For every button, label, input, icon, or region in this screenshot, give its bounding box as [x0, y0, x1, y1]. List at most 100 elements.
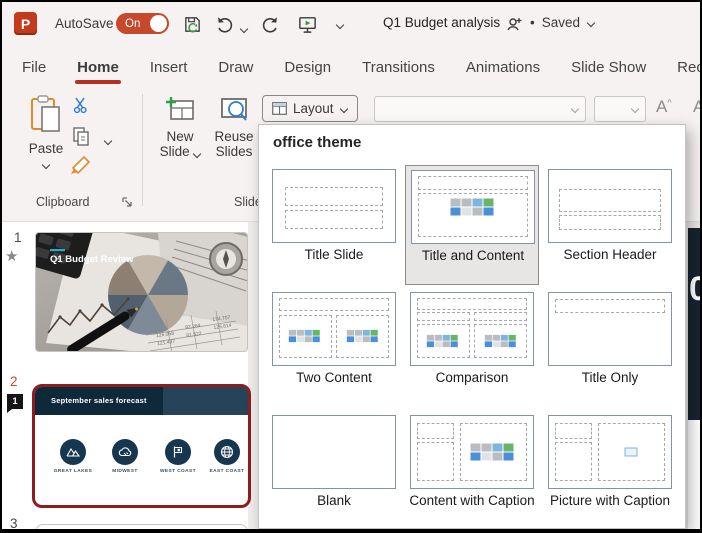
powerpoint-window: P AutoSave On Q1 Budget analysis • Saved [0, 0, 702, 533]
slide-1-thumbnail-image: 6 3 – + 126,05892,264174,707 121,48781,5… [36, 233, 248, 352]
slide-2-thumbnail[interactable]: September sales forecast GREAT LAKES MID… [32, 384, 251, 508]
new-slide-label-1: New [154, 129, 206, 144]
quick-access-overflow-icon[interactable] [336, 16, 344, 34]
flag-icon [165, 439, 191, 465]
clipboard-dialog-launcher-icon[interactable] [122, 195, 133, 213]
editor-area-sliver: 0' [686, 222, 700, 529]
format-painter-button[interactable] [70, 154, 92, 181]
layout-gallery-menu: office theme Title Slide Title and Conte… [258, 124, 686, 529]
layout-thumbnail [410, 415, 534, 489]
reuse-slides-icon [219, 96, 249, 124]
slide-3-thumbnail[interactable] [35, 524, 248, 533]
clipboard-group-label: Clipboard [36, 195, 90, 209]
reuse-slides-label-1: Reuse [208, 129, 260, 144]
animation-order-badge[interactable]: 1 [7, 394, 23, 409]
animation-star-icon: ★ [5, 247, 18, 265]
slide-2-number: 2 [10, 374, 18, 389]
reuse-slides-button[interactable]: Reuse Slides [208, 96, 260, 159]
saved-label: Saved [542, 15, 580, 30]
font-name-select[interactable] [374, 96, 586, 122]
theme-header: office theme [273, 134, 361, 151]
grow-font-button[interactable]: A^ [656, 97, 672, 117]
slide-1-number: 1 [14, 230, 22, 245]
tab-insert[interactable]: Insert [148, 53, 190, 82]
title-bar: P AutoSave On Q1 Budget analysis • Saved [2, 2, 700, 46]
ribbon-tabs: File Home Insert Draw Design Transitions… [2, 46, 700, 88]
copy-button[interactable] [72, 126, 91, 151]
title-band-accent [163, 387, 248, 415]
layout-label: Layout [293, 101, 334, 116]
reuse-slides-label-2: Slides [208, 144, 260, 159]
region-great-lakes: GREAT LAKES [47, 439, 99, 474]
layout-icon [272, 102, 287, 115]
shrink-font-button[interactable]: A [693, 97, 702, 117]
layout-thumbnail [411, 170, 535, 244]
new-slide-button[interactable]: New Slide [154, 96, 206, 159]
mountains-icon [60, 439, 86, 465]
autosave-state-label: On [125, 18, 140, 30]
slide-3-number: 3 [10, 516, 18, 531]
layout-chevron-icon [340, 105, 348, 113]
layout-option-picture-with-caption[interactable]: Picture with Caption [543, 411, 677, 530]
globe-icon [214, 439, 240, 465]
powerpoint-logo-icon[interactable]: P [14, 12, 37, 35]
layout-thumbnail [410, 292, 534, 366]
autosave-label: AutoSave [55, 16, 114, 31]
new-slide-icon [165, 96, 195, 124]
editor-canvas-below [688, 420, 700, 529]
tab-transitions[interactable]: Transitions [360, 53, 437, 82]
share-people-icon[interactable] [505, 14, 525, 39]
paste-button[interactable]: Paste [22, 94, 70, 174]
tab-home[interactable]: Home [75, 53, 121, 82]
group-divider [142, 94, 143, 206]
layout-option-section-header[interactable]: Section Header [543, 165, 677, 285]
tab-recording[interactable]: Reco [675, 53, 702, 82]
layout-thumbnail [272, 292, 396, 366]
slide-1-thumbnail[interactable]: 6 3 – + 126,05892,264174,707 121,48781,5… [35, 232, 248, 352]
layout-option-title-slide[interactable]: Title Slide [267, 165, 401, 285]
tab-file[interactable]: File [20, 53, 48, 82]
undo-dropdown-chevron-icon[interactable] [240, 25, 248, 33]
save-status[interactable]: • Saved [530, 15, 595, 30]
region-west-coast: WEST COAST [152, 439, 204, 474]
copy-chevron-icon[interactable] [104, 137, 112, 145]
layout-button[interactable]: Layout [262, 95, 358, 122]
layout-thumbnail [548, 169, 672, 243]
slide-2-title-band: September sales forecast [35, 387, 248, 415]
layout-option-two-content[interactable]: Two Content [267, 288, 401, 408]
layout-option-blank[interactable]: Blank [267, 411, 401, 530]
undo-icon[interactable] [214, 13, 236, 35]
tab-design[interactable]: Design [282, 53, 333, 82]
layout-option-title-and-content[interactable]: Title and Content [405, 165, 539, 285]
toggle-knob [150, 15, 167, 32]
new-slide-chevron-icon [193, 150, 200, 156]
slide-1-title: Q1 Budget Review [50, 254, 134, 265]
layout-thumbnail [272, 415, 396, 489]
font-size-select[interactable] [594, 96, 646, 122]
save-icon[interactable] [181, 13, 203, 35]
redo-icon[interactable] [259, 13, 281, 35]
layout-option-content-with-caption[interactable]: Content with Caption [405, 411, 539, 530]
tab-animations[interactable]: Animations [464, 53, 542, 82]
cut-button[interactable] [72, 96, 90, 119]
status-bullet: • [530, 15, 535, 30]
layout-option-comparison[interactable]: Comparison [405, 288, 539, 408]
region-east-coast: EAST COAST [201, 439, 251, 474]
slide-text-fragment: 0' [689, 270, 700, 309]
layout-thumbnail [548, 415, 672, 489]
start-presentation-icon[interactable] [296, 13, 318, 35]
tab-slide-show[interactable]: Slide Show [569, 53, 648, 82]
paste-label: Paste [22, 141, 70, 156]
layout-thumbnail [272, 169, 396, 243]
document-title[interactable]: Q1 Budget analysis [383, 15, 500, 30]
autosave-toggle[interactable]: On [116, 13, 169, 34]
slide-2-title: September sales forecast [51, 396, 147, 405]
layout-option-title-only[interactable]: Title Only [543, 288, 677, 408]
tab-draw[interactable]: Draw [216, 53, 255, 82]
cloud-icon [112, 439, 138, 465]
region-midwest: MIDWEST [99, 439, 151, 474]
saved-chevron-icon [587, 19, 595, 27]
layout-thumbnail [548, 292, 672, 366]
new-slide-label-2: Slide [154, 144, 206, 159]
current-slide-edge: 0' [688, 228, 700, 420]
